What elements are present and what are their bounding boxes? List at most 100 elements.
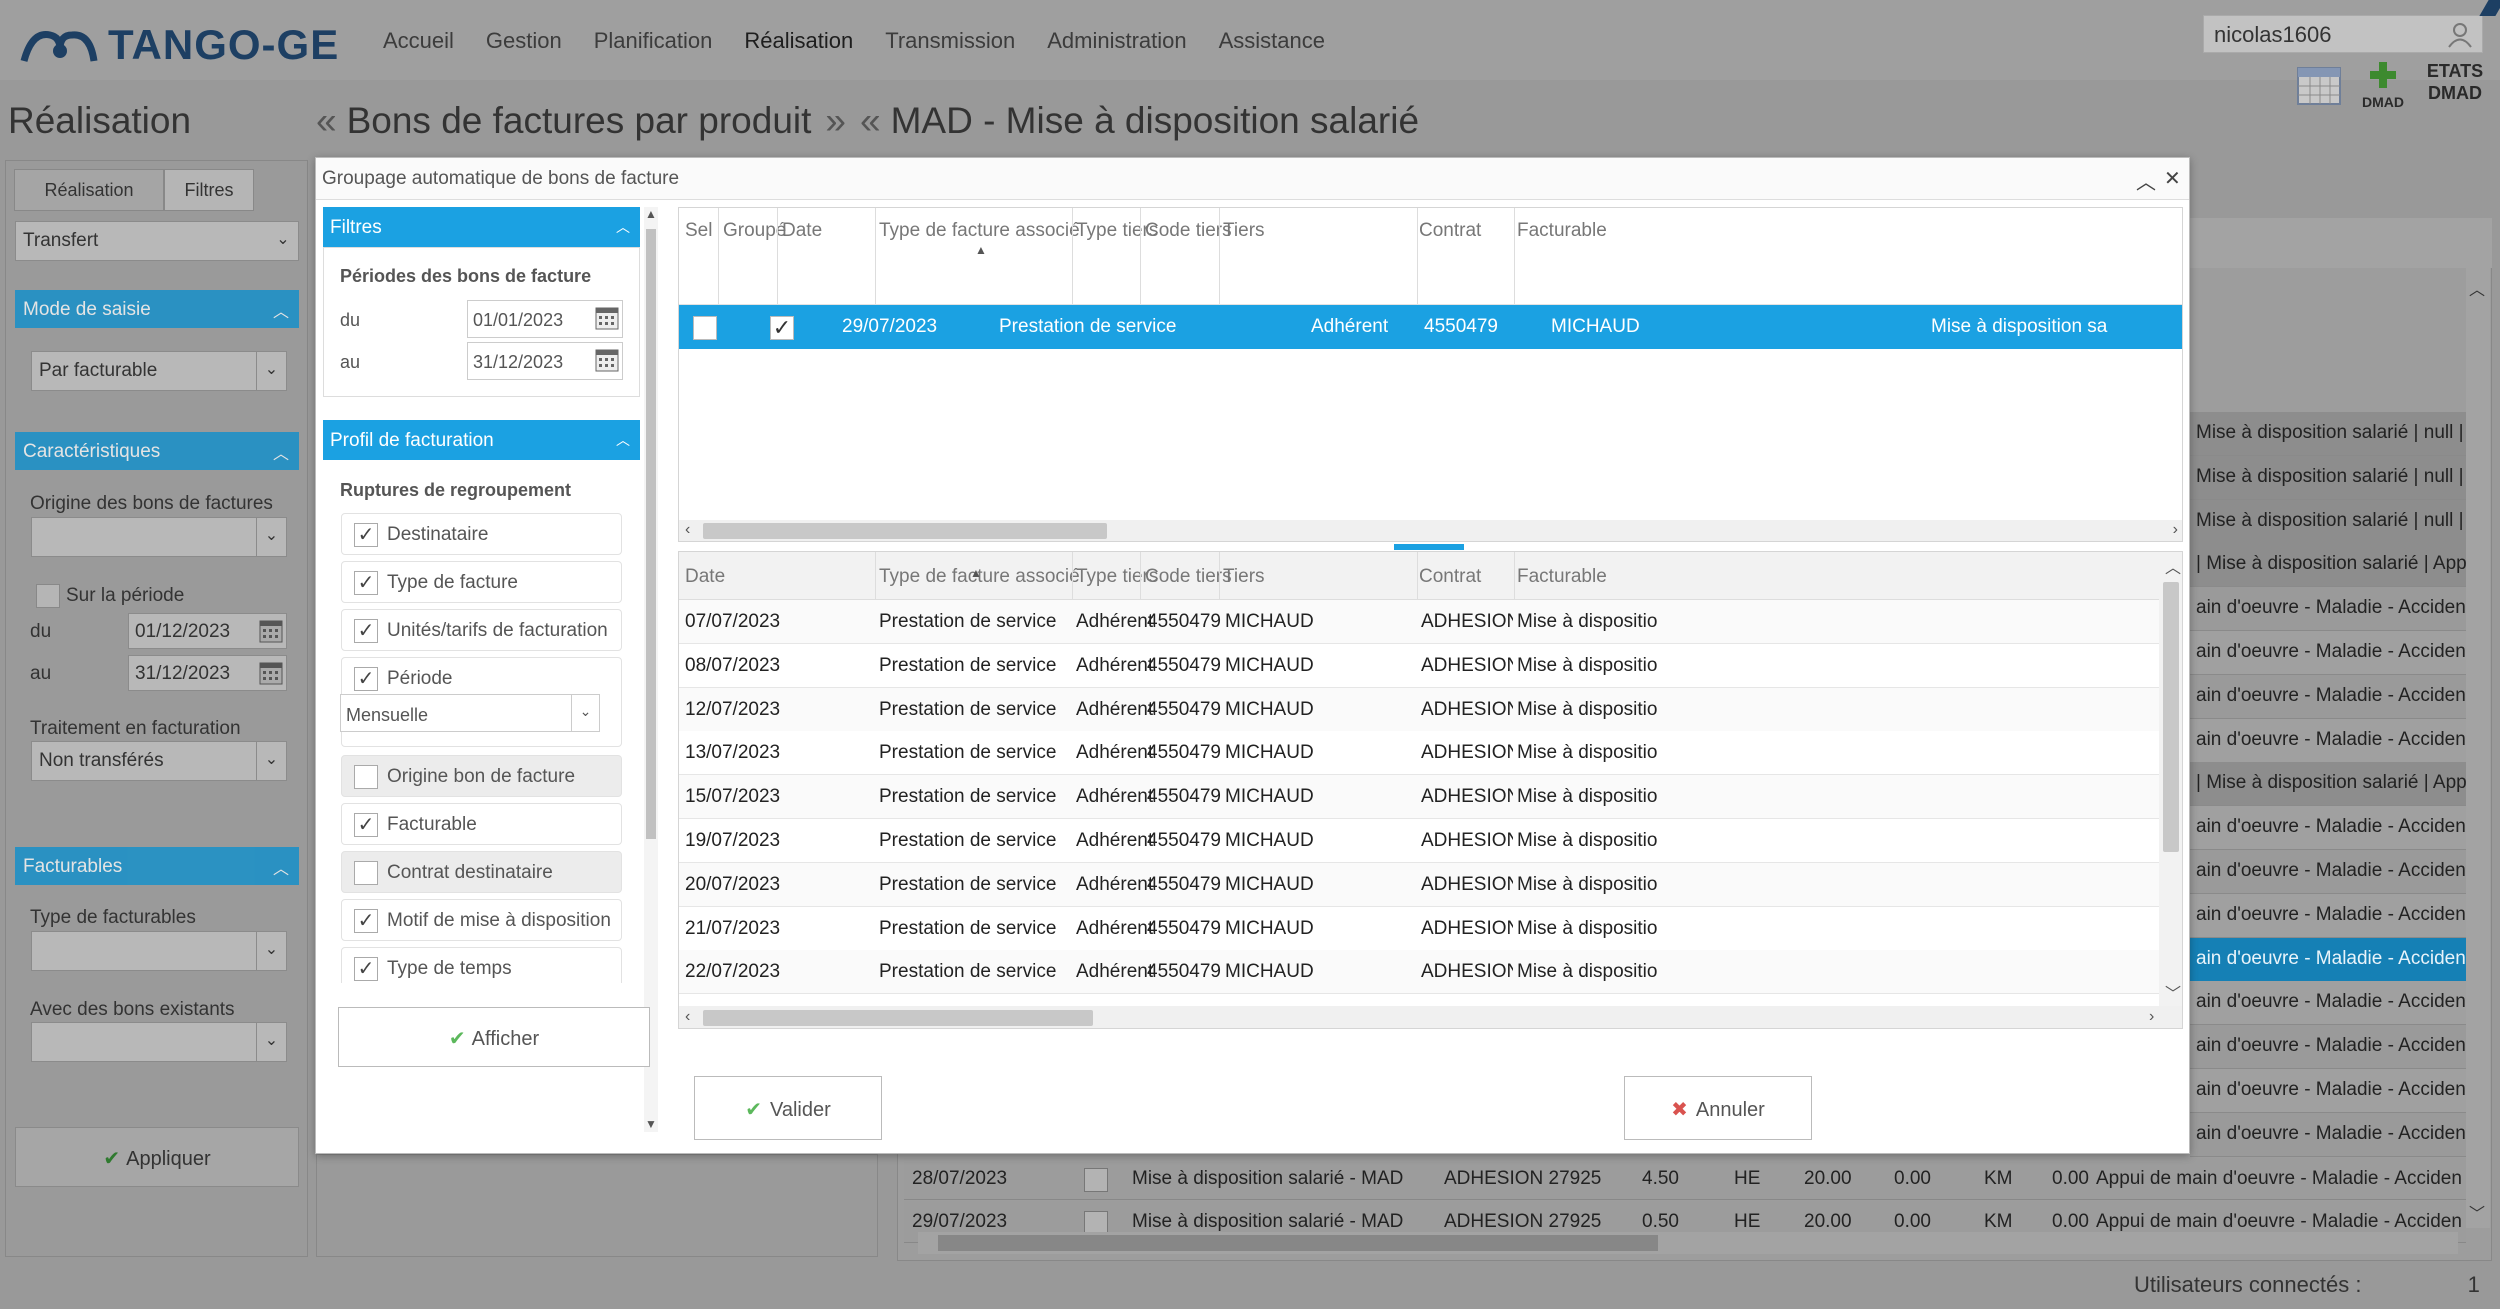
column-divider[interactable]: [1140, 208, 1141, 304]
background-bottom-row[interactable]: 28/07/2023 Mise à disposition salarié - M…: [904, 1158, 2466, 1200]
sel-checkbox[interactable]: [693, 316, 717, 340]
splitter-handle[interactable]: [1394, 544, 1464, 550]
avec-bons-select[interactable]: ⌄: [31, 1022, 287, 1062]
du-date-input[interactable]: 01/01/2023: [467, 300, 623, 338]
background-row[interactable]: | Mise à disposition salarié | App: [2190, 543, 2466, 588]
au-date-input[interactable]: 31/12/2023: [128, 655, 287, 691]
table-row[interactable]: 12/07/2023 Prestation de service Adhérent 4…: [679, 687, 2159, 732]
detail-vscroll[interactable]: ︿ ﹀: [2159, 552, 2182, 1006]
table-row[interactable]: 15/07/2023 Prestation de service Adhérent 4…: [679, 775, 2159, 820]
background-row[interactable]: ain d'oeuvre - Maladie - Acciden: [2190, 806, 2466, 851]
column-divider[interactable]: [1072, 208, 1073, 304]
close-icon[interactable]: ✕: [2164, 166, 2181, 191]
checkbox[interactable]: [354, 765, 378, 789]
column-divider[interactable]: [1417, 208, 1418, 304]
filters-scrollbar[interactable]: ▲ ▼: [644, 207, 658, 1132]
table-row[interactable]: 22/07/2023 Prestation de service Adhérent 4…: [679, 950, 2159, 995]
column-header[interactable]: Facturable: [1517, 220, 1607, 242]
au-date-input[interactable]: 31/12/2023: [467, 342, 623, 380]
menu-realisation[interactable]: Réalisation: [744, 28, 853, 54]
column-header[interactable]: Sel: [685, 220, 712, 242]
valider-button[interactable]: ✔ Valider: [694, 1076, 882, 1140]
chevron-left-icon[interactable]: ‹: [685, 1008, 690, 1026]
scroll-thumb[interactable]: [938, 1235, 1658, 1251]
background-row[interactable]: Mise à disposition salarié | null |: [2190, 412, 2466, 456]
rupture-option[interactable]: Origine bon de facture: [341, 755, 622, 797]
user-icon[interactable]: [2446, 20, 2474, 48]
rupture-option[interactable]: ✓ Motif de mise à disposition: [341, 899, 622, 941]
checkbox[interactable]: ✓: [354, 571, 378, 595]
chevron-up-icon[interactable]: ▲: [645, 207, 657, 221]
collapse-icon[interactable]: ︿: [2136, 166, 2156, 195]
column-header[interactable]: Contrat: [1419, 220, 1481, 242]
sort-up-icon[interactable]: ▲: [970, 566, 982, 580]
menu-assistance[interactable]: Assistance: [1219, 28, 1325, 54]
column-divider[interactable]: [718, 208, 719, 304]
table-row[interactable]: 19/07/2023 Prestation de service Adhérent 4…: [679, 819, 2159, 863]
background-row[interactable]: ain d'oeuvre - Maladie - Acciden: [2190, 893, 2466, 938]
add-dmad-button[interactable]: DMAD: [2358, 60, 2408, 109]
background-row[interactable]: ain d'oeuvre - Maladie - Acciden: [2190, 718, 2466, 763]
detail-hscroll[interactable]: ‹ ›: [679, 1006, 2182, 1028]
table-row[interactable]: 20/07/2023 Prestation de service Adhérent 4…: [679, 862, 2159, 907]
background-row[interactable]: ain d'oeuvre - Maladie - Acciden: [2190, 587, 2466, 632]
column-header[interactable]: Type de facture associé: [879, 220, 1080, 242]
column-header[interactable]: Contrat: [1419, 566, 1481, 588]
checkbox[interactable]: ✓: [354, 523, 378, 547]
background-row-checkbox[interactable]: [1084, 1168, 1108, 1192]
background-row[interactable]: ain d'oeuvre - Maladie - Acciden: [2190, 937, 2466, 982]
caracteristiques-header[interactable]: Caractéristiques ︿: [15, 432, 299, 470]
column-header[interactable]: Facturable: [1517, 566, 1607, 588]
background-row[interactable]: ain d'oeuvre - Maladie - Acciden: [2190, 850, 2466, 894]
calendar-icon[interactable]: [2296, 62, 2342, 106]
menu-gestion[interactable]: Gestion: [486, 28, 562, 54]
scroll-thumb[interactable]: [703, 523, 1107, 539]
background-row[interactable]: ain d'oeuvre - Maladie - Acciden: [2190, 1025, 2466, 1070]
du-date-input[interactable]: 01/12/2023: [128, 613, 287, 649]
facturables-header[interactable]: Facturables ︿: [15, 847, 299, 885]
column-divider[interactable]: [875, 208, 876, 304]
filtres-header[interactable]: Filtres ︿: [323, 207, 640, 247]
menu-administration[interactable]: Administration: [1047, 28, 1186, 54]
column-divider[interactable]: [777, 208, 778, 304]
sur-periode-checkbox[interactable]: [36, 584, 60, 608]
background-vscroll[interactable]: [2466, 268, 2490, 1228]
sort-up-icon[interactable]: ▲: [975, 243, 987, 257]
background-row[interactable]: ain d'oeuvre - Maladie - Acciden: [2190, 674, 2466, 719]
chevron-down-icon[interactable]: ﹀: [2469, 1200, 2485, 1224]
appliquer-button[interactable]: ✔ Appliquer: [15, 1127, 299, 1187]
column-header[interactable]: Tiers: [1223, 566, 1265, 588]
calendar-icon[interactable]: [258, 618, 284, 644]
checkbox[interactable]: ✓: [354, 813, 378, 837]
menu-transmission[interactable]: Transmission: [885, 28, 1015, 54]
background-row[interactable]: ain d'oeuvre - Maladie - Acciden: [2190, 1112, 2466, 1157]
column-divider[interactable]: [1219, 208, 1220, 304]
rupture-option[interactable]: ✓ Facturable: [341, 803, 622, 845]
scroll-thumb[interactable]: [2163, 582, 2179, 852]
table-row[interactable]: 13/07/2023 Prestation de service Adhérent 4…: [679, 731, 2159, 776]
column-header[interactable]: Date: [685, 566, 725, 588]
chevron-left-icon[interactable]: ‹: [685, 521, 690, 539]
chevron-right-icon[interactable]: ›: [2149, 1008, 2154, 1026]
mode-saisie-header[interactable]: Mode de saisie ︿: [15, 290, 299, 328]
breadcrumb-bons-factures[interactable]: Bons de factures par produit: [347, 100, 812, 142]
background-row[interactable]: ain d'oeuvre - Maladie - Acciden: [2190, 631, 2466, 675]
scroll-thumb[interactable]: [703, 1010, 1093, 1026]
type-facturables-select[interactable]: ⌄: [31, 931, 287, 971]
mode-saisie-select[interactable]: Par facturable ⌄: [31, 351, 287, 391]
groupe-checkbox[interactable]: ✓: [770, 316, 794, 340]
rupture-option[interactable]: Contrat destinataire: [341, 851, 622, 893]
background-row[interactable]: ain d'oeuvre - Maladie - Acciden: [2190, 1069, 2466, 1113]
table-row[interactable]: 21/07/2023 Prestation de service Adhérent 4…: [679, 906, 2159, 951]
tab-filtres[interactable]: Filtres: [164, 169, 254, 211]
chevron-right-icon[interactable]: ›: [2173, 521, 2178, 539]
chevron-up-icon[interactable]: ︿: [2469, 276, 2485, 300]
grouped-hscroll[interactable]: ‹ ›: [679, 520, 2182, 541]
column-header[interactable]: Tiers: [1223, 220, 1265, 242]
checkbox[interactable]: [354, 861, 378, 885]
calendar-icon[interactable]: [594, 305, 620, 331]
chevron-down-icon[interactable]: ﹀: [2165, 980, 2181, 1004]
tab-realisation[interactable]: Réalisation: [14, 169, 164, 211]
periode-select[interactable]: Mensuelle ⌄: [340, 694, 600, 732]
rupture-option[interactable]: ✓ Unités/tarifs de facturation: [341, 609, 622, 651]
